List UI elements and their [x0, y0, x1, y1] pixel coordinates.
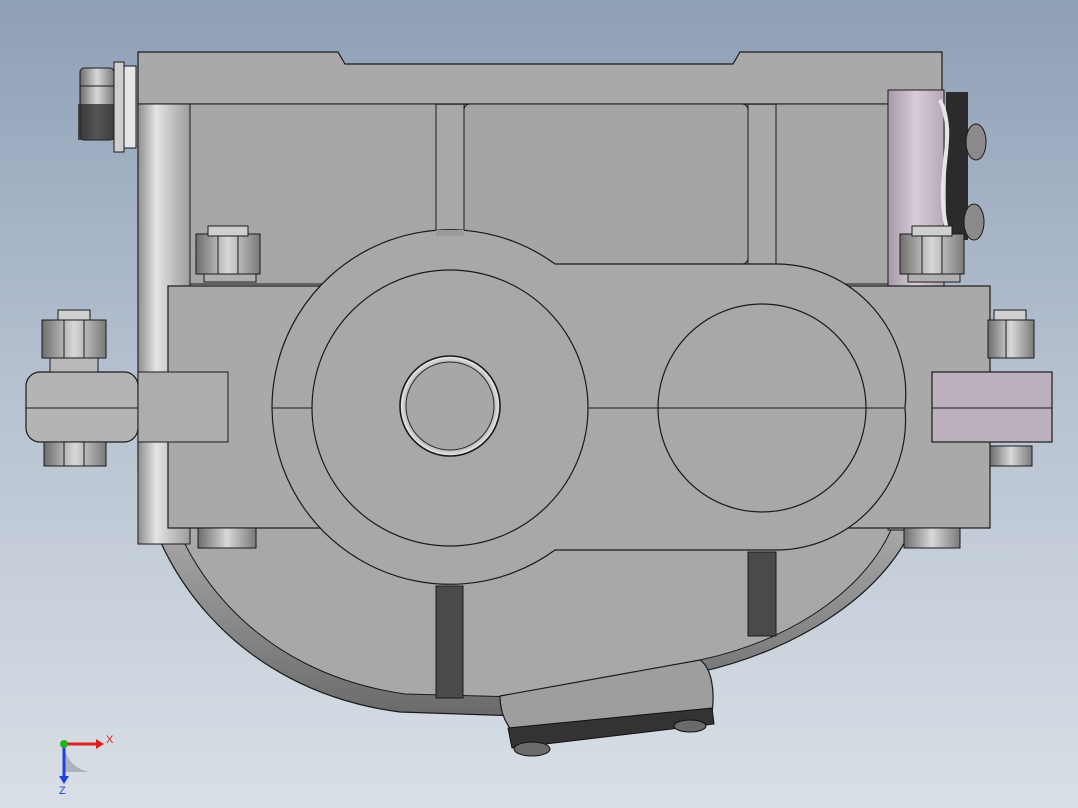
gearbox-model[interactable]: [0, 0, 1078, 808]
top-cover: [137, 51, 943, 105]
orientation-triad[interactable]: X Z: [50, 728, 120, 798]
z-axis-label: Z: [59, 785, 66, 797]
rib-right: [747, 551, 777, 637]
nut-flange-right-bottom: [989, 445, 1033, 467]
triad-plane-shading: [64, 746, 90, 772]
z-axis-arrowhead: [59, 776, 69, 784]
cad-viewport[interactable]: X Z: [0, 0, 1078, 808]
x-axis-label: X: [106, 734, 114, 746]
nut-upper-right: [899, 225, 965, 283]
nut-lower-right: [903, 527, 961, 549]
nut-lower-left: [197, 527, 257, 549]
top-right-linkage: [938, 92, 987, 241]
x-axis-arrowhead: [96, 739, 104, 749]
left-flange-plate: [25, 371, 139, 443]
nut-flange-left-bottom: [43, 441, 107, 467]
nut-flange-left-top: [41, 309, 107, 373]
right-flange-plate: [931, 371, 1053, 443]
nut-flange-right-top: [987, 309, 1035, 359]
nut-upper-left: [195, 225, 261, 283]
rib-left: [435, 585, 464, 699]
y-axis-dot: [60, 740, 68, 748]
bolt-top-left: [78, 61, 137, 153]
